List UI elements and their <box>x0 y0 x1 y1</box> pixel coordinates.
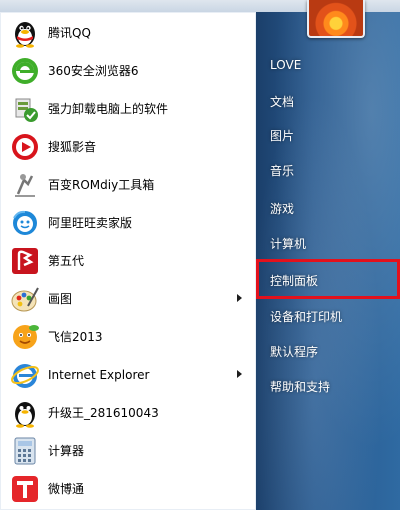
places-item-games[interactable]: 游戏 <box>258 193 392 223</box>
diwudai-icon <box>9 245 41 277</box>
uninstaller-icon <box>9 93 41 125</box>
penguin-icon <box>9 397 41 429</box>
places-label: 帮助和支持 <box>270 379 331 394</box>
program-item-sohu-video[interactable]: 搜狐影音 <box>0 128 256 165</box>
sohu-video-icon <box>9 131 41 163</box>
calculator-icon <box>9 435 41 467</box>
places-item-default-programs[interactable]: 默认程序 <box>258 336 392 366</box>
program-label: 升级王_281610043 <box>48 406 159 420</box>
places-label: 音乐 <box>270 163 295 178</box>
aliwangwang-icon <box>9 207 41 239</box>
program-item-qq[interactable]: 腾讯QQ <box>0 14 256 51</box>
program-item-romdiy[interactable]: 百变ROMdiy工具箱 <box>0 166 256 203</box>
places-label: LOVE <box>270 58 302 72</box>
places-label: 计算机 <box>270 236 307 251</box>
program-item-calculator[interactable]: 计算器 <box>0 432 256 469</box>
program-item-paint[interactable]: 画图 <box>0 280 256 317</box>
places-item-music[interactable]: 音乐 <box>258 155 392 185</box>
places-item-documents[interactable]: 文档 <box>258 86 392 116</box>
places-item-computer[interactable]: 计算机 <box>258 228 392 258</box>
program-label: 画图 <box>48 292 73 306</box>
weibotong-icon <box>9 473 41 505</box>
places-item-help-support[interactable]: 帮助和支持 <box>258 371 392 401</box>
submenu-arrow-icon[interactable] <box>237 294 242 302</box>
program-label: 计算器 <box>48 444 85 458</box>
program-label: 飞信2013 <box>48 330 103 344</box>
paint-icon <box>9 283 41 315</box>
program-label: 强力卸载电脑上的软件 <box>48 102 169 116</box>
program-label: 第五代 <box>48 254 85 268</box>
qq-penguin-icon <box>9 17 41 49</box>
places-item-devices-printers[interactable]: 设备和打印机 <box>258 301 392 331</box>
submenu-arrow-icon[interactable] <box>237 370 242 378</box>
program-item-weibotong[interactable]: 微博通 <box>0 470 256 507</box>
program-item-diwudai[interactable]: 第五代 <box>0 242 256 279</box>
program-item-ie[interactable]: Internet Explorer <box>0 356 256 393</box>
360-browser-icon <box>9 55 41 87</box>
program-item-360-browser[interactable]: 360安全浏览器6 <box>0 52 256 89</box>
program-item-shengjiwang[interactable]: 升级王_281610043 <box>0 394 256 431</box>
program-item-uninstaller[interactable]: 强力卸载电脑上的软件 <box>0 90 256 127</box>
fetion-icon <box>9 321 41 353</box>
control-panel-highlight-box <box>256 259 400 299</box>
user-picture[interactable] <box>307 0 365 38</box>
places-label: 默认程序 <box>270 344 319 359</box>
program-label: 阿里旺旺卖家版 <box>48 216 133 230</box>
program-label: 百变ROMdiy工具箱 <box>48 178 155 192</box>
places-label: 游戏 <box>270 201 295 216</box>
places-label: 文档 <box>270 94 295 109</box>
program-label: 腾讯QQ <box>48 26 91 40</box>
places-label: 设备和打印机 <box>270 309 343 324</box>
program-label: 搜狐影音 <box>48 140 97 154</box>
program-label: 360安全浏览器6 <box>48 64 139 78</box>
places-item-pictures[interactable]: 图片 <box>258 120 392 150</box>
program-item-aliwangwang[interactable]: 阿里旺旺卖家版 <box>0 204 256 241</box>
program-label: 微博通 <box>48 482 85 496</box>
places-item-love[interactable]: LOVE <box>258 50 392 80</box>
program-item-fetion[interactable]: 飞信2013 <box>0 318 256 355</box>
ie-icon <box>9 359 41 391</box>
program-label: Internet Explorer <box>48 367 150 382</box>
romdiy-icon <box>9 169 41 201</box>
places-label: 图片 <box>270 128 295 143</box>
